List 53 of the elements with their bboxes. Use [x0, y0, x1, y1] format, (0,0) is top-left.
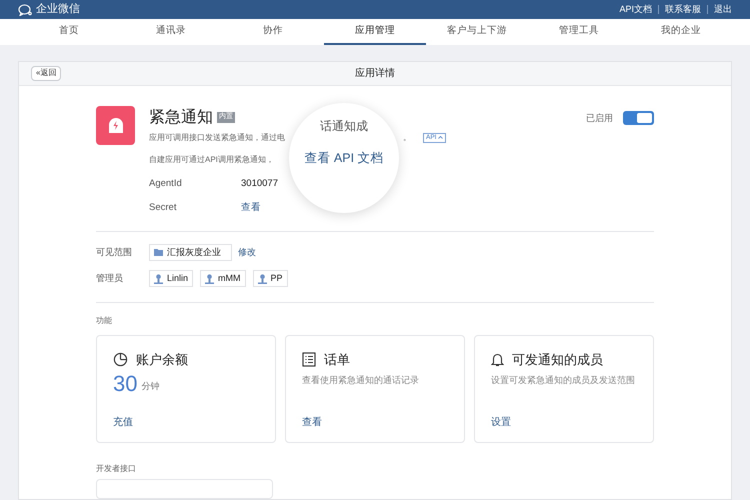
nav-tab[interactable]: 应用管理 — [324, 19, 426, 44]
card-action-link[interactable]: 充值 — [113, 415, 133, 430]
enable-toggle[interactable] — [623, 110, 654, 124]
nav-tab[interactable]: 首页 — [18, 19, 120, 44]
status-label: 已启用 — [586, 112, 613, 124]
nav-tab[interactable]: 客户与上下游 — [426, 19, 528, 44]
nav-tab[interactable]: 通讯录 — [120, 19, 222, 44]
card-action-link[interactable]: 设置 — [491, 415, 511, 430]
list-icon — [302, 352, 316, 368]
header-link[interactable]: 退出 — [714, 2, 732, 16]
section-heading: 功能 — [96, 315, 113, 327]
back-button[interactable]: «返回 — [31, 66, 62, 80]
magnified-text: 话通知成 — [320, 118, 368, 134]
brand-name: 企业微信 — [36, 2, 80, 18]
nav-tab[interactable]: 协作 — [222, 19, 324, 44]
clock-icon — [113, 352, 128, 368]
panel-title: 应用详情 — [355, 66, 395, 80]
card-description: 查看使用紧急通知的通话记录 — [302, 374, 420, 386]
bell-icon — [491, 352, 504, 368]
balance-amount: 30 — [113, 370, 138, 398]
row-label: 管理员 — [96, 272, 124, 285]
card-action-link[interactable]: 查看 — [302, 415, 322, 430]
nav-tab[interactable]: 管理工具 — [528, 19, 630, 44]
edit-link[interactable]: 修改 — [238, 246, 256, 260]
api-docs-link[interactable]: 查看 API 文档 — [304, 148, 384, 168]
app-description: 应用可调用接口发送紧急通知，通过电 — [149, 132, 286, 144]
admin-chip: PP — [252, 270, 288, 287]
chat-bubble-icon — [18, 4, 32, 16]
card-title: 账户余额 — [136, 351, 188, 369]
card-title: 可发通知的成员 — [512, 351, 603, 369]
folder-icon — [154, 249, 163, 256]
nav-tab[interactable]: 我的企业 — [630, 19, 732, 44]
section-heading: 开发者接口 — [96, 463, 137, 475]
app-name: 紧急通知 — [149, 108, 213, 128]
caret-icon — [438, 136, 444, 139]
admin-chip: Linlin — [149, 270, 194, 287]
header-link[interactable]: 联系客服 — [665, 2, 701, 16]
row-label: 可见范围 — [96, 246, 133, 259]
department-chip: 汇报灰度企业 — [149, 244, 232, 261]
person-icon — [258, 274, 267, 284]
card-title: 话单 — [324, 351, 350, 369]
person-icon — [205, 274, 214, 284]
field-label: Secret — [149, 200, 178, 215]
card-description: 设置可发紧急通知的成员及发送范围 — [491, 374, 636, 386]
field-label: AgentId — [149, 176, 183, 190]
person-icon — [154, 274, 163, 284]
field-link[interactable]: 查看 — [241, 200, 261, 215]
balance-unit: 分钟 — [141, 380, 160, 393]
admin-chip: mMM — [200, 270, 246, 287]
description-end: 。 — [403, 132, 411, 144]
field-value: 3010077 — [241, 176, 278, 190]
api-note: 自建应用可通过API调用紧急通知， — [149, 154, 274, 166]
header-link[interactable]: API文档 — [619, 2, 652, 16]
